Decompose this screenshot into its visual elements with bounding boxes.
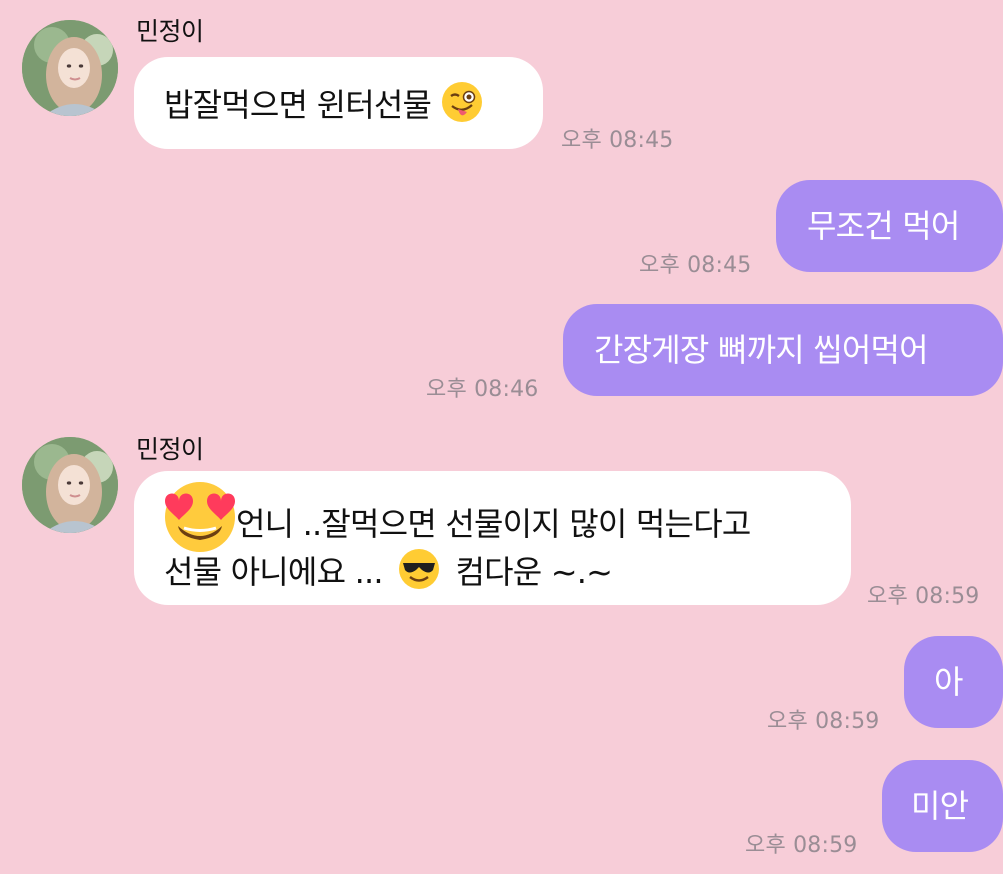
message-text: 미안 [911, 787, 969, 825]
sunglasses-face-icon [398, 548, 440, 603]
message-text-line-2a: 선물 아니에요 ... [164, 553, 384, 591]
message-timestamp: 오후 08:45 [561, 128, 674, 153]
message-timestamp: 오후 08:45 [639, 253, 752, 278]
message-timestamp: 오후 08:59 [867, 584, 980, 609]
profile-photo-icon [22, 437, 118, 533]
profile-photo-icon [22, 20, 118, 116]
message-bubble-outgoing[interactable]: 무조건 먹어 [776, 180, 1003, 272]
message-text: 간장게장 뼈까지 씹어먹어 [594, 331, 929, 369]
contact-avatar[interactable] [22, 20, 118, 116]
message-text: 무조건 먹어 [807, 207, 960, 245]
heart-eyes-face-icon [160, 474, 240, 558]
winking-tongue-face-icon [441, 81, 483, 134]
message-text-line-2b: 컴다운 ~.~ [455, 553, 613, 591]
message-bubble-incoming[interactable]: 밥잘먹으면 윈터선물 [134, 57, 543, 149]
message-text: 아 [934, 663, 963, 701]
message-timestamp: 오후 08:46 [426, 377, 539, 402]
message-timestamp: 오후 08:59 [745, 833, 858, 858]
message-bubble-outgoing[interactable]: 아 [904, 636, 1003, 728]
message-bubble-incoming[interactable]: 언니 ..잘먹으면 선물이지 많이 먹는다고 선물 아니에요 ... 컴다운 ~… [134, 471, 851, 605]
message-bubble-outgoing[interactable]: 미안 [882, 760, 1003, 852]
sender-name: 민정이 [136, 17, 204, 46]
message-text: 밥잘먹으면 윈터선물 [164, 86, 432, 124]
message-text-line-1: 언니 ..잘먹으면 선물이지 많이 먹는다고 [236, 505, 751, 543]
message-bubble-outgoing[interactable]: 간장게장 뼈까지 씹어먹어 [563, 304, 1003, 396]
contact-avatar[interactable] [22, 437, 118, 533]
sender-name: 민정이 [136, 435, 204, 464]
message-timestamp: 오후 08:59 [767, 709, 880, 734]
